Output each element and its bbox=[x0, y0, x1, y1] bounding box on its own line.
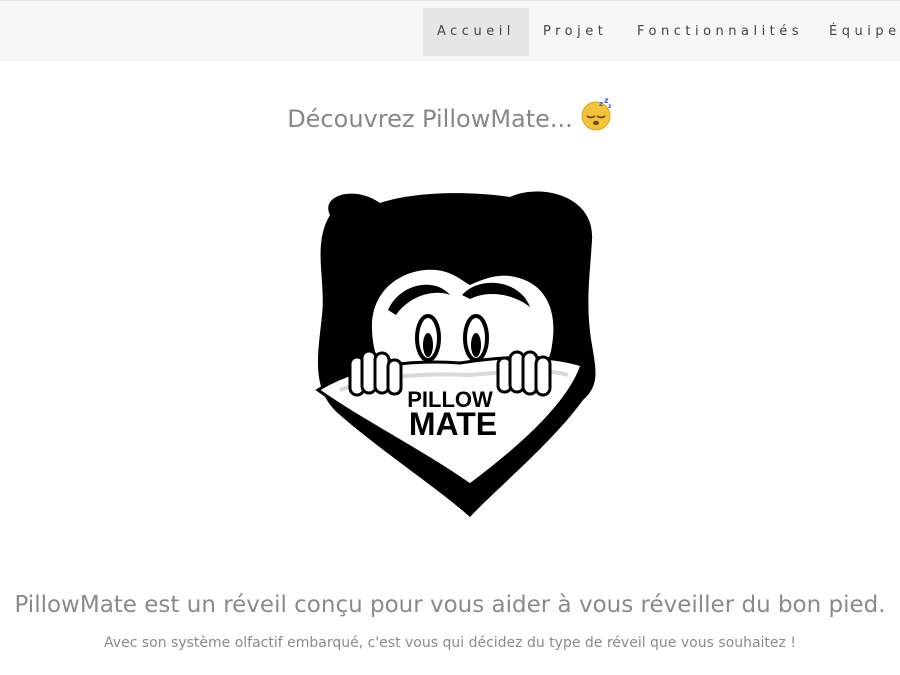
pillowmate-logo: PILLOW MATE bbox=[315, 191, 596, 517]
intro-tagline: PillowMate est un réveil conçu pour vous… bbox=[14, 592, 886, 618]
svg-text:z: z bbox=[608, 103, 612, 110]
top-navbar: Accueil Projet Fonctionnalités Équipe bbox=[0, 0, 900, 61]
logo-right-hand bbox=[496, 350, 552, 397]
sleeping-face-icon: z z z bbox=[579, 96, 613, 137]
nav-item-accueil[interactable]: Accueil bbox=[423, 8, 529, 56]
hero-heading: Découvrez PillowMate... z z z bbox=[0, 96, 900, 140]
nav-item-fonctionnalites[interactable]: Fonctionnalités bbox=[637, 8, 803, 56]
nav-item-projet[interactable]: Projet bbox=[543, 8, 607, 56]
hero-heading-text: Découvrez PillowMate... bbox=[287, 105, 573, 133]
intro-subtext: Avec son système olfactif embarqué, c'es… bbox=[104, 635, 796, 651]
logo-text-mate: MATE bbox=[409, 406, 497, 442]
nav-item-equipe[interactable]: Équipe bbox=[829, 8, 900, 56]
svg-text:z: z bbox=[599, 100, 603, 108]
